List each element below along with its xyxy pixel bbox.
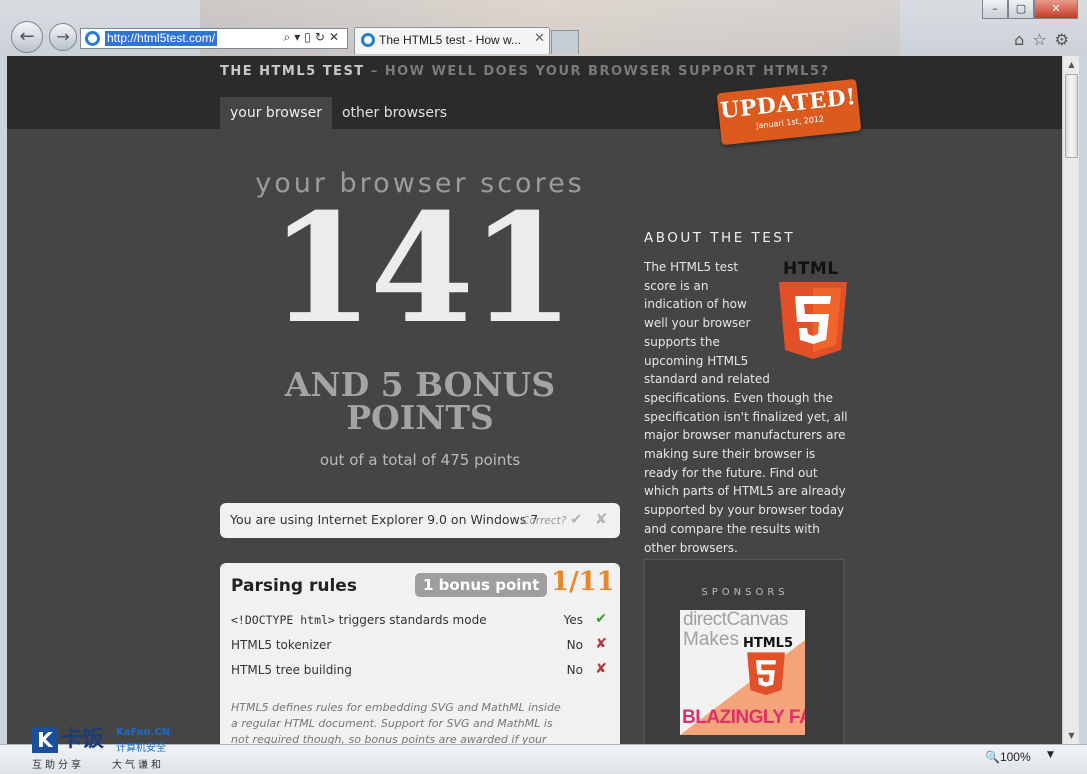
site-title: THE HTML5 TEST – HOW WELL DOES YOUR BROW…	[220, 64, 830, 79]
forward-button[interactable]: →	[49, 23, 77, 51]
test-row: HTML5 tokenizer No ✘	[231, 636, 609, 658]
page-content: THE HTML5 TEST – HOW WELL DOES YOUR BROW…	[7, 56, 1062, 744]
parsing-rules-card: Parsing rules 1 bonus point 1/11 <!DOCTY…	[220, 563, 620, 744]
zoom-dropdown-icon[interactable]: ▼	[1047, 750, 1054, 760]
reject-cross-icon[interactable]: ✘	[595, 510, 608, 528]
kafan-watermark: K 卡饭 KaFan.CN 计算机安全 互助分享 大气谦和	[32, 727, 182, 771]
close-window-button[interactable]: ✕	[1034, 0, 1078, 19]
watermark-logo: K	[32, 727, 58, 753]
tab-other-browsers[interactable]: other browsers	[332, 97, 457, 129]
test-code: <!DOCTYPE html>	[231, 613, 335, 627]
html5-logo-word: HTML	[783, 259, 839, 279]
bonus-line-1: AND 5 BONUS	[284, 365, 556, 404]
watermark-domain: KaFan.CN	[116, 727, 171, 738]
maximize-button[interactable]: ▢	[1008, 0, 1034, 19]
watermark-brand: 卡饭	[60, 727, 105, 752]
ie-icon	[85, 31, 100, 46]
section-title: Parsing rules	[231, 576, 357, 596]
bonus-badge: 1 bonus point	[415, 573, 548, 597]
tab-title[interactable]: The HTML5 test - How w...	[379, 33, 529, 47]
url-text[interactable]: http://html5test.com/	[105, 31, 218, 46]
section-note: HTML5 defines rules for embedding SVG an…	[231, 701, 561, 744]
bonus-line-2: POINTS	[346, 398, 494, 437]
about-section: HTML The HTML5 test score is an indicati…	[644, 258, 849, 557]
check-icon: ✔	[595, 611, 607, 627]
watermark-slogan-2: 大气谦和	[112, 760, 164, 771]
gear-icon[interactable]: ⚙	[1055, 30, 1077, 49]
favorites-star-icon[interactable]: ☆	[1032, 30, 1054, 49]
refresh-icon[interactable]: ↻	[315, 30, 329, 44]
browser-tab[interactable]: The HTML5 test - How w... ✕	[354, 27, 550, 54]
home-icon[interactable]: ⌂	[1014, 30, 1032, 49]
ie-tab-icon	[361, 33, 375, 47]
address-bar[interactable]: http://html5test.com/ ⌕▾▯↻✕	[80, 28, 348, 49]
site-title-rest: – HOW WELL DOES YOUR BROWSER SUPPORT HTM…	[364, 64, 830, 79]
site-header: THE HTML5 TEST – HOW WELL DOES YOUR BROW…	[7, 56, 1062, 129]
ad-html5-shield-icon	[747, 652, 785, 696]
address-tools[interactable]: ⌕▾▯↻✕	[284, 30, 344, 45]
test-row: HTML5 tree building No ✘	[231, 661, 609, 683]
cross-icon: ✘	[595, 636, 607, 652]
zoom-value: 100%	[999, 750, 1031, 764]
cross-icon: ✘	[595, 661, 607, 677]
sponsors-box: SPONSORS directCanvas Makes HTML5 BLAZIN…	[644, 559, 844, 744]
about-title: ABOUT THE TEST	[644, 230, 796, 246]
test-result: No	[566, 663, 583, 677]
new-tab-button[interactable]	[551, 30, 579, 54]
scroll-up-icon[interactable]: ▲	[1063, 56, 1080, 73]
score-total: out of a total of 475 points	[319, 451, 521, 469]
arrow-right-icon: →	[56, 27, 70, 46]
close-tab-icon[interactable]: ✕	[534, 31, 545, 46]
ad-tagline: BLAZINGLY FAST	[682, 707, 805, 728]
html5-logo: HTML	[777, 260, 849, 360]
ad-line-1: directCanvas	[683, 610, 788, 630]
arrow-left-icon: ←	[19, 26, 35, 47]
watermark-domain-sub: 计算机安全	[116, 743, 166, 754]
ad-html5-word: HTML5	[743, 636, 794, 651]
correct-label: Correct?	[522, 515, 567, 527]
sponsors-title: SPONSORS	[701, 587, 789, 598]
test-label: HTML5 tokenizer	[231, 638, 332, 652]
test-row: <!DOCTYPE html> triggers standards mode …	[231, 611, 609, 633]
html5-shield-icon	[779, 282, 847, 359]
zoom-icon: 🔍	[985, 750, 1000, 764]
test-result: Yes	[563, 613, 583, 627]
window-frame-right	[1079, 56, 1087, 774]
toolbar-icons: ⌂☆⚙	[1014, 30, 1077, 49]
site-title-strong: THE HTML5 TEST	[220, 64, 365, 79]
scroll-down-icon[interactable]: ▼	[1063, 727, 1080, 744]
vertical-scrollbar[interactable]: ▲ ▼	[1062, 56, 1079, 744]
sponsor-ad[interactable]: directCanvas Makes HTML5 BLAZINGLY FAST	[680, 610, 805, 735]
test-label: <!DOCTYPE html> triggers standards mode	[231, 613, 487, 627]
score-value: 141	[269, 181, 574, 357]
minimize-button[interactable]: –	[982, 0, 1008, 19]
search-icon[interactable]: ⌕	[284, 30, 295, 44]
bonus-points: AND 5 BONUS POINTS	[220, 368, 620, 434]
scroll-thumb[interactable]	[1065, 74, 1078, 158]
window-controls: – ▢ ✕	[982, 0, 1078, 20]
test-result: No	[566, 638, 583, 652]
section-score: 1/11	[551, 567, 615, 597]
dropdown-icon[interactable]: ▾	[294, 30, 304, 44]
detected-browser-text: You are using Internet Explorer 9.0 on W…	[230, 512, 539, 527]
zoom-level[interactable]: 🔍100%	[985, 750, 1031, 764]
confirm-check-icon[interactable]: ✔	[570, 510, 583, 528]
compat-view-icon[interactable]: ▯	[304, 30, 315, 44]
browser-chrome: ← → http://html5test.com/ ⌕▾▯↻✕ The HTML…	[0, 0, 1087, 56]
test-label-text: triggers standards mode	[334, 613, 487, 627]
stop-icon[interactable]: ✕	[329, 30, 343, 44]
back-button[interactable]: ←	[11, 21, 43, 53]
watermark-slogan-1: 互助分享	[32, 760, 84, 771]
window-frame-left	[0, 56, 7, 774]
browser-detection-box: You are using Internet Explorer 9.0 on W…	[220, 503, 620, 538]
page-tabs: your browser other browsers	[220, 97, 457, 129]
tab-your-browser[interactable]: your browser	[220, 97, 332, 129]
ad-line-2: Makes	[683, 629, 739, 650]
test-label: HTML5 tree building	[231, 663, 352, 677]
